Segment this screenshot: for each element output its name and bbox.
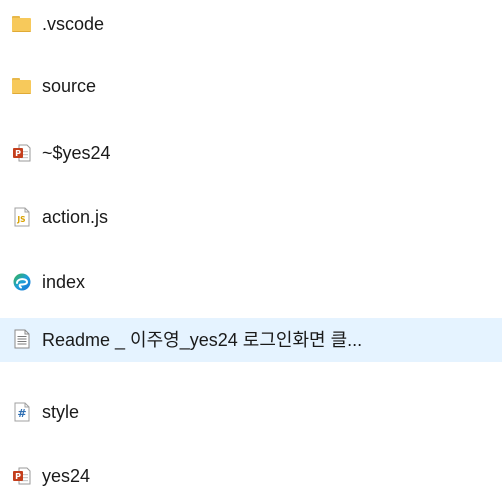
file-name: .vscode <box>42 14 105 34</box>
list-item-yes24[interactable]: P yes24 <box>0 462 502 490</box>
list-item-action-js[interactable]: JS action.js <box>0 203 502 231</box>
powerpoint-file-icon: P <box>12 143 32 163</box>
powerpoint-file-icon: P <box>12 466 32 486</box>
css-file-icon: # <box>12 402 32 422</box>
file-name: index <box>42 272 86 292</box>
file-name: action.js <box>42 207 109 227</box>
file-name: source <box>42 76 97 96</box>
file-list: .vscode source P ~$yes24 JS action.js in… <box>0 0 502 495</box>
file-name: style <box>42 402 80 422</box>
file-name: yes24 <box>42 466 91 486</box>
svg-text:P: P <box>15 149 21 158</box>
list-item-temp-yes24[interactable]: P ~$yes24 <box>0 139 502 167</box>
list-item-source[interactable]: source <box>0 72 502 100</box>
svg-text:#: # <box>17 407 26 420</box>
list-item-style[interactable]: # style <box>0 398 502 426</box>
edge-browser-icon <box>12 272 32 292</box>
folder-icon <box>12 16 31 32</box>
text-document-icon <box>12 329 32 349</box>
list-item-index[interactable]: index <box>0 268 502 296</box>
file-name: ~$yes24 <box>42 143 111 163</box>
list-item-vscode[interactable]: .vscode <box>0 10 502 38</box>
folder-icon <box>12 78 31 94</box>
svg-text:P: P <box>15 472 21 481</box>
javascript-file-icon: JS <box>12 207 32 227</box>
file-name: Readme _ 이주영_yes24 로그인화면 클... <box>42 330 363 350</box>
svg-text:JS: JS <box>16 215 25 224</box>
list-item-readme[interactable]: Readme _ 이주영_yes24 로그인화면 클... <box>0 318 502 362</box>
